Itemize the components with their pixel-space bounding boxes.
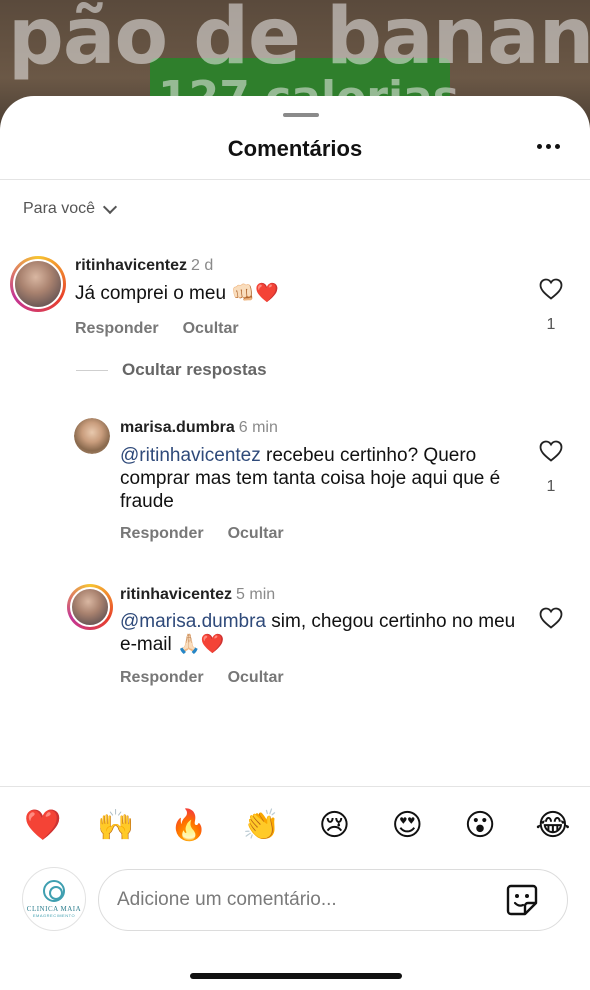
hide-button[interactable]: Ocultar: [183, 320, 239, 338]
comment-meta: marisa.dumbra 6 min: [120, 419, 278, 437]
more-horizontal-icon[interactable]: [537, 144, 560, 149]
emoji-heart-eyes[interactable]: 😍: [388, 808, 426, 843]
mention-link[interactable]: @marisa.dumbra: [120, 611, 266, 632]
hide-button[interactable]: Ocultar: [228, 525, 284, 543]
comment-meta: ritinhavicentez 2 d: [75, 257, 213, 275]
emoji-surprised[interactable]: 😮: [461, 808, 499, 843]
comment-composer: [98, 869, 568, 931]
comment-input[interactable]: [117, 870, 497, 930]
sort-label: Para você: [23, 200, 96, 217]
emoji-heart[interactable]: ❤️: [24, 808, 62, 843]
avatar[interactable]: [74, 418, 110, 454]
profile-avatar-logo[interactable]: CLINICA MAIA EMAGRECIMENTO: [22, 867, 86, 931]
comment-time: 6 min: [238, 419, 278, 436]
sheet-title: Comentários: [227, 136, 363, 161]
thread-line: [76, 369, 108, 371]
quick-emoji-bar: ❤️ 🙌 🔥 👏 😢 😍 😮 😂: [24, 808, 572, 843]
heart-icon[interactable]: [539, 278, 563, 300]
comment-text: @marisa.dumbra sim, chegou certinho no m…: [120, 610, 520, 656]
logo-tag: EMAGRECIMENTO: [32, 913, 76, 918]
header-divider: [0, 179, 590, 180]
emoji-crying[interactable]: 😢: [315, 808, 353, 843]
sheet-grabber[interactable]: [283, 113, 319, 117]
avatar[interactable]: [10, 256, 66, 312]
comment-actions: Responder Ocultar: [75, 320, 239, 338]
heart-icon[interactable]: [539, 607, 563, 629]
mandala-icon: [43, 880, 65, 902]
hide-button[interactable]: Ocultar: [228, 669, 284, 687]
emoji-raised-hands[interactable]: 🙌: [97, 808, 135, 843]
sticker-icon[interactable]: [505, 883, 539, 917]
comment-username[interactable]: marisa.dumbra: [120, 419, 235, 436]
reply-button[interactable]: Responder: [120, 669, 204, 687]
emoji-laughing[interactable]: 😂: [534, 808, 572, 843]
home-indicator[interactable]: [190, 973, 402, 979]
emoji-bar-divider: [0, 786, 590, 787]
logo-brand: CLINICA MAIA: [26, 905, 82, 913]
like-count: 1: [546, 316, 556, 333]
comment-actions: Responder Ocultar: [120, 669, 284, 687]
heart-icon[interactable]: [539, 440, 563, 462]
reply-button[interactable]: Responder: [120, 525, 204, 543]
hide-replies-button[interactable]: Ocultar respostas: [76, 360, 267, 380]
background-title: pão de banana: [8, 0, 590, 82]
reply-button[interactable]: Responder: [75, 320, 159, 338]
comment-text: @ritinhavicentez recebeu certinho? Quero…: [120, 444, 520, 513]
like-count: 1: [546, 478, 556, 495]
avatar[interactable]: [67, 584, 113, 630]
emoji-fire[interactable]: 🔥: [170, 808, 208, 843]
comment-actions: Responder Ocultar: [120, 525, 284, 543]
comments-sheet: Comentários Para você ritinhavicentez 2 d…: [0, 96, 590, 990]
mention-link[interactable]: @ritinhavicentez: [120, 445, 261, 466]
hide-replies-label: Ocultar respostas: [122, 360, 267, 379]
emoji-clap[interactable]: 👏: [243, 808, 281, 843]
comment-text: Já comprei o meu 👊🏻❤️: [75, 283, 279, 304]
comment-time: 2 d: [191, 257, 214, 274]
sort-dropdown[interactable]: Para você: [23, 199, 118, 218]
comment-meta: ritinhavicentez 5 min: [120, 586, 275, 604]
chevron-down-icon: [102, 199, 118, 214]
comment-username[interactable]: ritinhavicentez: [75, 257, 187, 274]
comment-time: 5 min: [236, 586, 276, 603]
comment-username[interactable]: ritinhavicentez: [120, 586, 232, 603]
